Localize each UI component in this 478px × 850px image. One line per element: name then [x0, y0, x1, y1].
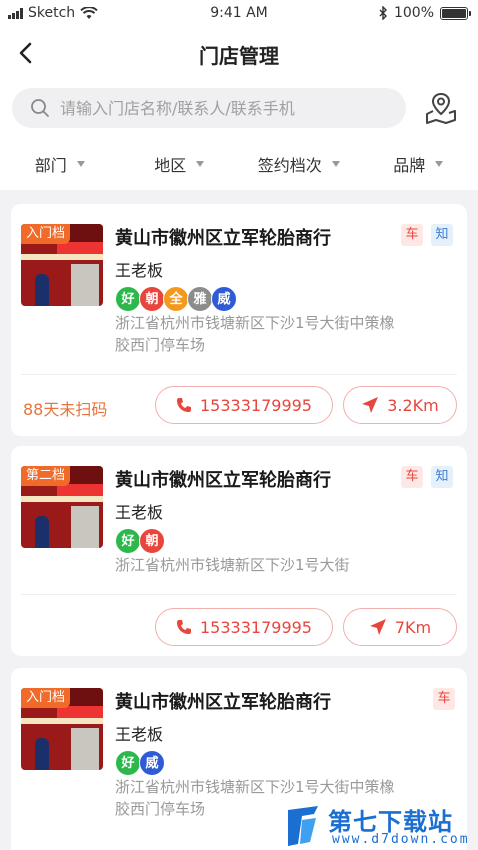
filter-department[interactable]: 部门 [0, 138, 120, 190]
store-photo: 入门档 [21, 224, 103, 306]
divider [21, 374, 457, 375]
nav-bar: 门店管理 [0, 28, 478, 78]
map-location-icon[interactable] [424, 90, 458, 126]
address-line: 浙江省杭州市钱塘新区下沙1号大街中策橡 [115, 778, 395, 796]
dropdown-triangle-icon [196, 161, 205, 167]
store-name: 黄山市徽州区立军轮胎商行 [115, 228, 331, 249]
store-owner: 王老板 [115, 261, 164, 280]
search-box[interactable] [12, 88, 406, 128]
navigation-arrow-icon [369, 619, 386, 635]
store-address: 浙江省杭州市钱塘新区下沙1号大街中策橡 胶西门停车场 [115, 312, 455, 356]
address-line: 浙江省杭州市钱塘新区下沙1号大街 [115, 556, 350, 574]
filter-contract-level[interactable]: 签约档次 [239, 138, 359, 190]
address-line: 胶西门停车场 [115, 336, 206, 354]
status-bar: Sketch 9:41 AM 100% [0, 0, 478, 28]
store-tags: 车 知 [401, 466, 453, 488]
battery-icon [440, 6, 471, 20]
page-title: 门店管理 [199, 44, 279, 68]
filter-label: 部门 [34, 156, 67, 175]
contract-level-badge: 入门档 [21, 224, 71, 244]
brand-badge: 威 [139, 750, 165, 776]
car-tag: 车 [433, 688, 455, 710]
contract-level-badge: 入门档 [21, 688, 71, 708]
store-name: 黄山市徽州区立军轮胎商行 [115, 470, 331, 491]
search-bar-row [0, 78, 478, 138]
store-address: 浙江省杭州市钱塘新区下沙1号大街 [115, 554, 455, 576]
navigate-button[interactable]: 7Km [343, 608, 457, 646]
store-photo: 第二档 [21, 466, 103, 548]
brand-badge: 好 [115, 750, 141, 776]
dropdown-triangle-icon [76, 161, 85, 167]
store-card[interactable]: 入门档 黄山市徽州区立军轮胎商行 车 知 王老板 好 朝 全 雅 威 浙江省杭州… [11, 204, 467, 436]
contract-level-badge: 第二档 [21, 466, 71, 486]
store-owner: 王老板 [115, 725, 164, 744]
divider [21, 594, 457, 595]
phone-number: 15333179995 [200, 395, 312, 415]
store-name: 黄山市徽州区立军轮胎商行 [115, 692, 331, 713]
filter-region[interactable]: 地区 [120, 138, 240, 190]
phone-icon [177, 398, 191, 412]
address-line: 浙江省杭州市钱塘新区下沙1号大街中策橡 [115, 314, 395, 332]
call-phone-button[interactable]: 15333179995 [155, 608, 333, 646]
store-card[interactable]: 第二档 黄山市徽州区立军轮胎商行 车 知 王老板 好 朝 浙江省杭州市钱塘新区下… [11, 446, 467, 656]
watermark: 第七下载站 www.d7down.com [282, 802, 478, 850]
brand-badge: 雅 [187, 286, 213, 312]
brand-badge: 朝 [139, 528, 165, 554]
store-owner: 王老板 [115, 503, 164, 522]
brand-badge: 全 [163, 286, 189, 312]
brand-badge: 好 [115, 528, 141, 554]
call-phone-button[interactable]: 15333179995 [155, 386, 333, 424]
filter-label: 品牌 [393, 156, 426, 175]
watermark-url: www.d7down.com [332, 832, 470, 847]
know-tag: 知 [431, 224, 453, 246]
unscanned-days: 88天未扫码 [23, 400, 108, 419]
bluetooth-icon [379, 6, 387, 20]
know-tag: 知 [431, 466, 453, 488]
car-tag: 车 [401, 224, 423, 246]
dropdown-triangle-icon [331, 161, 340, 167]
store-photo: 入门档 [21, 688, 103, 770]
distance: 7Km [394, 617, 432, 637]
filter-label: 签约档次 [257, 156, 322, 175]
navigate-button[interactable]: 3.2Km [343, 386, 457, 424]
phone-icon [177, 620, 191, 634]
search-icon [31, 99, 49, 117]
watermark-logo-icon [288, 806, 318, 846]
filter-brand[interactable]: 品牌 [359, 138, 478, 190]
search-input[interactable] [60, 98, 380, 118]
battery-percent: 100% [393, 5, 434, 21]
filter-bar: 部门 地区 签约档次 品牌 [0, 138, 478, 190]
brand-badges: 好 朝 全 雅 威 [115, 286, 237, 312]
car-tag: 车 [401, 466, 423, 488]
brand-badge: 威 [211, 286, 237, 312]
distance: 3.2Km [387, 395, 439, 415]
brand-badge: 好 [115, 286, 141, 312]
brand-badges: 好 威 [115, 750, 165, 776]
dropdown-triangle-icon [435, 161, 444, 167]
brand-badge: 朝 [139, 286, 165, 312]
brand-badges: 好 朝 [115, 528, 165, 554]
navigation-arrow-icon [362, 397, 379, 413]
phone-number: 15333179995 [200, 617, 312, 637]
store-tags: 车 [433, 688, 455, 710]
store-tags: 车 知 [401, 224, 453, 246]
filter-label: 地区 [154, 156, 187, 175]
